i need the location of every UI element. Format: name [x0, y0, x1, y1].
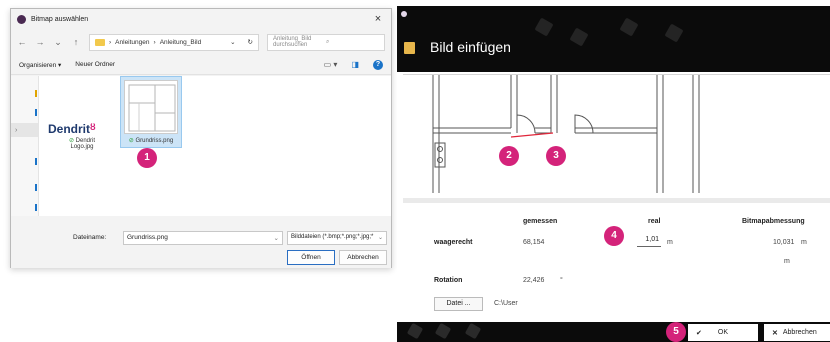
- rotation-unit: °: [560, 277, 563, 284]
- rotation-label: Rotation: [434, 277, 463, 284]
- refresh-icon[interactable]: ↻: [248, 38, 253, 46]
- app-icon: [17, 14, 26, 24]
- filename-label: Dateiname:: [73, 234, 107, 241]
- bitmap-value: 10,031: [773, 239, 795, 246]
- filetype-value: Bilddateien (*.bmp;*.png;*.jpg;*: [291, 234, 374, 240]
- floorplan-thumbnail: [124, 80, 178, 134]
- floorplan-thumbnail-graphic: [128, 84, 176, 132]
- organize-menu[interactable]: Organisieren ▾: [19, 61, 61, 69]
- chevron-down-icon[interactable]: ⌄: [53, 37, 63, 48]
- new-folder-button[interactable]: Neuer Ordner: [75, 61, 115, 68]
- forward-arrow-icon[interactable]: →: [35, 37, 45, 47]
- preview-pane-icon[interactable]: ◨: [351, 60, 359, 69]
- decorative-shape: [569, 27, 589, 47]
- decorative-shape: [406, 322, 424, 340]
- quick-access-marker: [35, 90, 37, 97]
- file-toolbar: Organisieren ▾ Neuer Ordner ▭ ▾ ◨ ?: [11, 55, 391, 75]
- insert-image-title: Bild einfügen: [430, 39, 511, 55]
- horizontal-label: waagerecht: [434, 239, 473, 246]
- close-icon: ✕: [772, 329, 778, 337]
- file-dialog-footer: Dateiname: Grundriss.png ⌄ Bilddateien (…: [11, 216, 391, 268]
- breadcrumb-item[interactable]: Anleitung_Bild: [160, 39, 202, 46]
- open-button[interactable]: Öffnen: [287, 250, 335, 265]
- check-icon: ⊘: [128, 138, 134, 144]
- breadcrumb-item[interactable]: Anleitungen: [115, 39, 149, 46]
- help-icon[interactable]: ?: [373, 59, 383, 70]
- close-icon[interactable]: ×: [371, 13, 385, 25]
- decorative-shape: [434, 322, 452, 340]
- breadcrumb-separator: ›: [109, 38, 112, 46]
- rotation-value: 22,426: [523, 277, 545, 284]
- step-badge-3: 3: [546, 146, 566, 166]
- decorative-shape: [464, 322, 482, 340]
- search-input[interactable]: Anleitung_Bild durchsuchen ⌕: [267, 33, 385, 51]
- back-arrow-icon[interactable]: ←: [17, 37, 27, 47]
- header-bitmap: Bitmapabmessung: [742, 218, 805, 225]
- navigation-pane[interactable]: ›: [11, 76, 39, 216]
- bitmap-unit: m: [801, 239, 807, 246]
- step-badge-4: 4: [604, 226, 624, 246]
- real-length-input[interactable]: 1,01: [637, 233, 661, 247]
- navigation-bar: ← → ⌄ ↑ › Anleitungen › Anleitung_Bild ⌄…: [11, 29, 391, 55]
- view-options-icon[interactable]: ▭ ▾: [324, 60, 338, 69]
- floorplan-drawing: [432, 75, 700, 193]
- app-icon: [401, 11, 407, 17]
- unit-label: m: [784, 258, 790, 265]
- filename-input[interactable]: Grundriss.png ⌄: [123, 231, 283, 245]
- decorative-shape: [534, 17, 554, 37]
- folder-icon: [95, 38, 105, 46]
- address-bar[interactable]: › Anleitungen › Anleitung_Bild ⌄ ↻: [89, 33, 259, 51]
- logo-mark: ȣ: [90, 122, 96, 132]
- nav-marker: [35, 204, 37, 211]
- search-placeholder: Anleitung_Bild durchsuchen: [273, 36, 312, 48]
- cancel-label: Abbrechen: [782, 329, 817, 336]
- insert-image-dialog: Bild einfügen gemessen real Bitmapabmess…: [397, 6, 830, 342]
- header-measured: gemessen: [523, 218, 558, 225]
- file-dialog-title: Bitmap auswählen: [31, 15, 89, 23]
- dendrit-logo: Dendritȣ: [48, 122, 96, 136]
- ok-label: OK: [717, 329, 728, 336]
- cancel-button[interactable]: ✕ Abbrechen: [764, 324, 830, 341]
- insert-image-footer: ✔ OK ✕ Abbrechen: [397, 322, 830, 342]
- file-name: Logo.jpg: [70, 144, 94, 150]
- file-name: Grundriss.png: [135, 138, 174, 144]
- check-icon: ✔: [696, 329, 702, 337]
- ok-button[interactable]: ✔ OK: [688, 324, 758, 341]
- chevron-down-icon[interactable]: ⌄: [230, 38, 235, 46]
- step-badge-1: 1: [137, 148, 157, 168]
- horizontal-measured-value: 68,154: [523, 239, 545, 246]
- nav-marker: [35, 109, 37, 116]
- decorative-shape: [619, 17, 639, 37]
- header-real: real: [648, 218, 661, 225]
- step-badge-2: 2: [499, 146, 519, 166]
- nav-marker: [35, 184, 37, 191]
- real-unit: m: [667, 239, 673, 246]
- file-dialog-titlebar: Bitmap auswählen ×: [11, 9, 391, 29]
- search-icon: ⌕: [326, 38, 330, 45]
- chevron-right-icon[interactable]: ›: [15, 127, 17, 134]
- chevron-down-icon[interactable]: ⌄: [378, 234, 383, 241]
- file-button[interactable]: Datei ...: [434, 297, 483, 311]
- filetype-select[interactable]: Bilddateien (*.bmp;*.png;*.jpg;* ⌄: [287, 231, 387, 245]
- step-badge-5: 5: [666, 322, 686, 342]
- nav-marker: [35, 158, 37, 165]
- file-item-grundriss-label[interactable]: ⊘ Grundriss.png: [122, 137, 180, 144]
- cancel-button[interactable]: Abbrechen: [339, 250, 387, 265]
- filename-value: Grundriss.png: [127, 234, 168, 241]
- up-arrow-icon[interactable]: ↑: [71, 37, 81, 47]
- decorative-shape: [664, 23, 684, 43]
- insert-image-header: Bild einfügen: [397, 6, 830, 72]
- image-icon: [404, 42, 415, 54]
- floorplan-canvas[interactable]: [403, 74, 830, 204]
- chevron-down-icon[interactable]: ⌄: [274, 234, 279, 242]
- horizontal-scrollbar[interactable]: [403, 198, 830, 203]
- file-item-logo[interactable]: ⊘ Dendrit Logo.jpg: [62, 137, 102, 150]
- breadcrumb-separator: ›: [153, 38, 156, 46]
- measurement-line: [510, 132, 554, 138]
- file-path: C:\User: [494, 300, 518, 307]
